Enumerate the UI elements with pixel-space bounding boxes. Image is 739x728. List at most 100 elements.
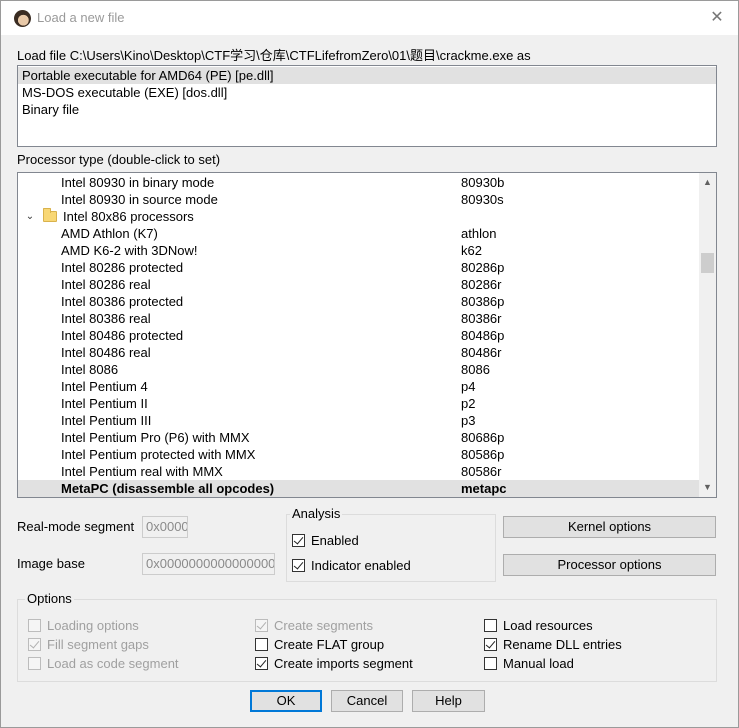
chevron-down-icon[interactable]: ⌄ <box>24 208 36 225</box>
processor-type-label: Processor type (double-click to set) <box>17 152 221 167</box>
checkbox-box[interactable] <box>28 657 41 670</box>
checkbox-box[interactable] <box>484 638 497 651</box>
processor-code: p4 <box>461 379 476 394</box>
real-mode-segment-label: Real-mode segment <box>17 519 135 534</box>
checkbox-box[interactable] <box>255 619 268 632</box>
processor-row[interactable]: Intel 8086 8086 <box>18 361 699 378</box>
checkbox-label: Rename DLL entries <box>503 637 622 652</box>
processor-name: Intel Pentium Pro (P6) with MMX <box>61 430 250 445</box>
processor-row[interactable]: Intel 80386 real 80386r <box>18 310 699 327</box>
file-type-item[interactable]: Binary file <box>18 101 716 118</box>
real-mode-segment-field[interactable]: 0x0000 <box>142 516 188 538</box>
processor-code: 80286p <box>461 260 505 275</box>
processor-code: 80586p <box>461 447 505 462</box>
processor-row[interactable]: Intel 80286 real 80286r <box>18 276 699 293</box>
checkbox-label: Load as code segment <box>47 656 179 671</box>
checkbox-box[interactable] <box>292 534 305 547</box>
checkbox-label: Manual load <box>503 656 574 671</box>
analysis-enabled-checkbox[interactable]: Enabled <box>292 533 359 550</box>
close-icon[interactable]: ✕ <box>706 7 728 29</box>
manual-load-checkbox[interactable]: Manual load <box>484 656 574 673</box>
checkbox-box[interactable] <box>484 657 497 670</box>
processor-name: AMD Athlon (K7) <box>61 226 158 241</box>
processor-row[interactable]: Intel Pentium Pro (P6) with MMX 80686p <box>18 429 699 446</box>
checkbox-box[interactable] <box>28 619 41 632</box>
load-file-dialog: Load a new file ✕ Load file C:\Users\Kin… <box>0 0 739 728</box>
processor-code: 80386r <box>461 311 502 326</box>
checkbox-label: Indicator enabled <box>311 558 411 573</box>
processor-row[interactable]: AMD K6-2 with 3DNow! k62 <box>18 242 699 259</box>
processor-code: k62 <box>461 243 482 258</box>
checkbox-box[interactable] <box>255 657 268 670</box>
scroll-up-icon[interactable]: ▲ <box>699 174 716 191</box>
processor-code: athlon <box>461 226 497 241</box>
checkbox-box[interactable] <box>292 559 305 572</box>
processor-name: MetaPC (disassemble all opcodes) <box>61 481 275 496</box>
checkbox-label: Fill segment gaps <box>47 637 149 652</box>
processor-name: AMD K6-2 with 3DNow! <box>61 243 198 258</box>
checkbox-box[interactable] <box>28 638 41 651</box>
kernel-options-button[interactable]: Kernel options <box>503 516 716 538</box>
rename-dll-entries-checkbox[interactable]: Rename DLL entries <box>484 637 622 654</box>
processor-code: 80930b <box>461 175 505 190</box>
scrollbar-thumb[interactable] <box>701 253 714 273</box>
scroll-down-icon[interactable]: ▼ <box>699 479 716 496</box>
processor-row[interactable]: Intel 80486 protected 80486p <box>18 327 699 344</box>
folder-icon <box>43 208 57 222</box>
checkbox-label: Create FLAT group <box>274 637 385 652</box>
processor-name: Intel 80286 protected <box>61 260 184 275</box>
checkbox-label: Enabled <box>311 533 359 548</box>
image-base-field[interactable]: 0x0000000000000000 <box>142 553 275 575</box>
checkbox-label: Create imports segment <box>274 656 413 671</box>
processor-code: 80286r <box>461 277 502 292</box>
loading-options-checkbox[interactable]: Loading options <box>28 618 139 635</box>
processor-row[interactable]: Intel Pentium protected with MMX 80586p <box>18 446 699 463</box>
file-type-item[interactable]: Portable executable for AMD64 (PE) [pe.d… <box>18 67 716 84</box>
checkbox-label: Loading options <box>47 618 139 633</box>
processor-row[interactable]: Intel Pentium II p2 <box>18 395 699 412</box>
cancel-button[interactable]: Cancel <box>331 690 403 712</box>
processor-name: Intel 80930 in binary mode <box>61 175 215 190</box>
processor-name: Intel Pentium II <box>61 396 148 411</box>
app-avatar-icon <box>14 10 31 27</box>
processor-name: Intel 80930 in source mode <box>61 192 218 207</box>
checkbox-box[interactable] <box>484 619 497 632</box>
processor-row[interactable]: Intel 80386 protected 80386p <box>18 293 699 310</box>
processor-name: Intel 80286 real <box>61 277 151 292</box>
processor-row[interactable]: Intel 80286 protected 80286p <box>18 259 699 276</box>
processor-row[interactable]: Intel Pentium 4 p4 <box>18 378 699 395</box>
ok-button[interactable]: OK <box>250 690 322 712</box>
create-imports-segment-checkbox[interactable]: Create imports segment <box>255 656 413 673</box>
processor-group-row[interactable]: ⌄ Intel 80x86 processors <box>18 208 699 225</box>
processor-type-list[interactable]: Intel 80930 in binary mode 80930b Intel 80… <box>17 172 717 498</box>
checkbox-box[interactable] <box>255 638 268 651</box>
processor-row[interactable]: Intel 80930 in source mode 80930s <box>18 191 699 208</box>
processor-row[interactable]: Intel 80930 in binary mode 80930b <box>18 174 699 191</box>
processor-code: 80586r <box>461 464 502 479</box>
processor-code: p2 <box>461 396 476 411</box>
load-resources-checkbox[interactable]: Load resources <box>484 618 593 635</box>
load-as-code-segment-checkbox[interactable]: Load as code segment <box>28 656 179 673</box>
processor-row[interactable]: Intel Pentium III p3 <box>18 412 699 429</box>
indicator-enabled-checkbox[interactable]: Indicator enabled <box>292 558 411 575</box>
processor-row[interactable]: Intel Pentium real with MMX 80586r <box>18 463 699 480</box>
image-base-label: Image base <box>17 556 85 571</box>
file-type-list[interactable]: Portable executable for AMD64 (PE) [pe.d… <box>17 65 717 147</box>
processor-row[interactable]: AMD Athlon (K7) athlon <box>18 225 699 242</box>
help-button[interactable]: Help <box>412 690 485 712</box>
processor-row[interactable]: MetaPC (disassemble all opcodes) metapc <box>18 480 699 497</box>
file-type-item[interactable]: MS-DOS executable (EXE) [dos.dll] <box>18 84 716 101</box>
title-bar: Load a new file ✕ <box>1 1 738 35</box>
processor-list-scrollbar[interactable]: ▲ ▼ <box>699 173 716 497</box>
create-flat-group-checkbox[interactable]: Create FLAT group <box>255 637 384 654</box>
processor-row[interactable]: Intel 80486 real 80486r <box>18 344 699 361</box>
processor-options-button[interactable]: Processor options <box>503 554 716 576</box>
options-group-title: Options <box>25 591 74 606</box>
processor-name: Intel Pentium protected with MMX <box>61 447 256 462</box>
processor-code: metapc <box>461 481 507 496</box>
processor-name: Intel 80x86 processors <box>63 209 194 224</box>
fill-segment-gaps-checkbox[interactable]: Fill segment gaps <box>28 637 149 654</box>
processor-code: 80486p <box>461 328 505 343</box>
create-segments-checkbox[interactable]: Create segments <box>255 618 373 635</box>
analysis-group-title: Analysis <box>290 506 343 521</box>
